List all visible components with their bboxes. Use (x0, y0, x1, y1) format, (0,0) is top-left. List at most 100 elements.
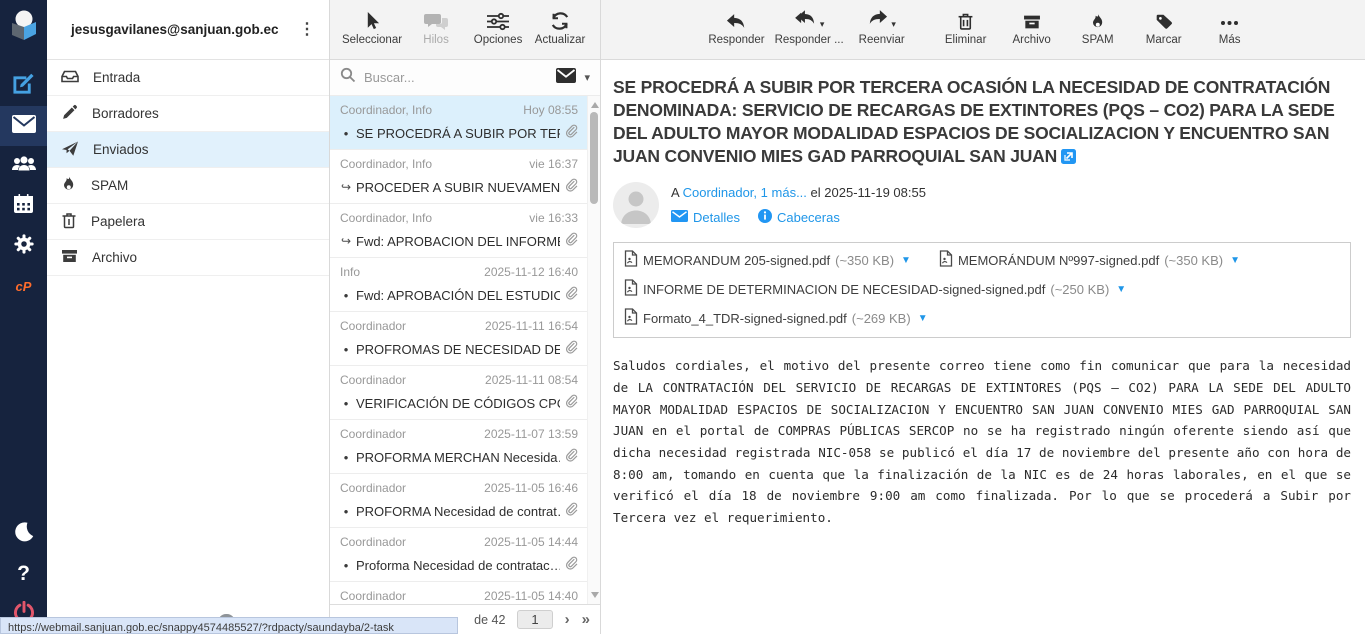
message-toolbar: Responder ▾ Responder ... ▾ Re (601, 0, 1365, 60)
message-list-item[interactable]: Coordinador, Info vie 16:33 ↪ Fwd: APROB… (330, 204, 600, 258)
mark-button[interactable]: Marcar (1136, 9, 1192, 46)
search-chevron-down-icon[interactable]: ▾ (584, 71, 590, 84)
attachment-size: (~269 KB) (852, 311, 911, 326)
more-recipients-link[interactable]: 1 más... (761, 185, 807, 200)
details-button[interactable]: Detalles (671, 210, 740, 225)
message-subject: SE PROCEDRÁ A SUBIR POR TERCERA OCASIÓN … (613, 76, 1351, 170)
last-page-icon[interactable]: » (582, 612, 590, 627)
folder-item-spam[interactable]: SPAM (47, 168, 329, 204)
forward-icon (867, 9, 888, 32)
folder-item-archivo[interactable]: Archivo (47, 240, 329, 276)
folder-label: Archivo (92, 250, 137, 265)
reply-all-button[interactable]: ▾ Responder ... (775, 9, 844, 46)
more-button[interactable]: Más (1202, 9, 1258, 46)
message-list-item[interactable]: Coordinador, Info vie 16:37 ↪ PROCEDER A… (330, 150, 600, 204)
message-list-item[interactable]: Info 2025-11-12 16:40 • Fwd: APROBACIÓN … (330, 258, 600, 312)
message-list-item[interactable]: Coordinador 2025-11-11 16:54 • PROFROMAS… (330, 312, 600, 366)
gear-icon (13, 233, 35, 260)
options-button[interactable]: Opciones (470, 9, 526, 46)
list-scrollbar[interactable] (587, 96, 600, 604)
rail-compose-button[interactable] (0, 66, 47, 106)
message-list-item[interactable]: Coordinador 2025-11-07 13:59 • PROFORMA … (330, 420, 600, 474)
pdf-file-icon (624, 250, 638, 270)
more-icon (1220, 9, 1239, 31)
rail-contacts-button[interactable] (0, 146, 47, 186)
spam-icon (1090, 9, 1106, 31)
reply-all-icon (794, 9, 817, 32)
message-list-item[interactable]: Coordinador, Info Hoy 08:55 • SE PROCEDR… (330, 96, 600, 150)
reply-all-caret-icon[interactable]: ▾ (820, 19, 825, 30)
refresh-button[interactable]: Actualizar (532, 9, 588, 46)
unseen-filter-icon[interactable] (556, 68, 576, 88)
page-button[interactable]: 1 (517, 610, 552, 629)
attachment-item[interactable]: MEMORÁNDUM Nº997-signed.pdf (~350 KB) ▼ (939, 250, 1240, 270)
account-menu-icon[interactable]: ⋮ (295, 27, 319, 32)
rail-cpanel-button[interactable]: cP (0, 266, 47, 306)
attachment-caret-icon[interactable]: ▼ (901, 255, 911, 266)
message-from: Info (340, 265, 360, 279)
attachment-caret-icon[interactable]: ▼ (1116, 284, 1126, 295)
scroll-up-icon[interactable] (591, 102, 599, 108)
archive-button[interactable]: Archivo (1004, 9, 1060, 46)
attachment-item[interactable]: INFORME DE DETERMINACION DE NECESIDAD-si… (624, 279, 1126, 299)
message-list-item[interactable]: Coordinador 2025-11-05 14:40 (330, 582, 600, 604)
message-from: Coordinador (340, 427, 406, 441)
rail-mail-button[interactable] (0, 106, 47, 146)
rail-settings-button[interactable] (0, 226, 47, 266)
attachment-size: (~350 KB) (835, 253, 894, 268)
spam-button[interactable]: SPAM (1070, 9, 1126, 46)
message-list-item[interactable]: Coordinador 2025-11-05 16:46 • PROFORMA … (330, 474, 600, 528)
calendar-icon (13, 193, 34, 219)
delete-icon (957, 9, 974, 31)
unread-marker-icon: • (340, 504, 352, 519)
attachment-item[interactable]: MEMORANDUM 205-signed.pdf (~350 KB) ▼ (624, 250, 911, 270)
headers-button[interactable]: Cabeceras (758, 209, 840, 226)
attachment-name: INFORME DE DETERMINACION DE NECESIDAD-si… (643, 282, 1045, 297)
unread-marker-icon: • (340, 450, 352, 465)
account-header: jesusgavilanes@sanjuan.gob.ec ⋮ (47, 0, 329, 60)
select-button[interactable]: Seleccionar (342, 9, 402, 46)
pagination-of-label: de 42 (474, 613, 505, 627)
rail-dark-mode-button[interactable] (0, 514, 47, 554)
message-subject: Fwd: APROBACIÓN DEL ESTUDIO,… (356, 288, 560, 303)
reply-button[interactable]: Responder (708, 9, 764, 46)
threads-button: Hilos (408, 9, 464, 46)
scrollbar-thumb[interactable] (590, 112, 598, 204)
folder-label: Borradores (92, 106, 159, 121)
attachment-item[interactable]: Formato_4_TDR-signed-signed.pdf (~269 KB… (624, 308, 928, 328)
scroll-down-icon[interactable] (591, 592, 599, 598)
attachment-name: MEMORANDUM 205-signed.pdf (643, 253, 830, 268)
unread-marker-icon: • (340, 126, 352, 141)
message-list-item[interactable]: Coordinador 2025-11-05 14:44 • Proforma … (330, 528, 600, 582)
search-input[interactable] (364, 70, 548, 85)
attachment-caret-icon[interactable]: ▼ (918, 313, 928, 324)
message-date: Hoy 08:55 (523, 103, 578, 117)
message-body: Saludos cordiales, el motivo del present… (613, 355, 1351, 528)
rail-help-button[interactable]: ? (0, 554, 47, 594)
recipient-link[interactable]: Coordinador, (683, 185, 757, 200)
folder-item-entrada[interactable]: Entrada (47, 60, 329, 96)
delete-button[interactable]: Eliminar (938, 9, 994, 46)
attachment-caret-icon[interactable]: ▼ (1230, 255, 1240, 266)
attachment-icon (564, 124, 578, 142)
message-from: Coordinador (340, 319, 406, 333)
next-page-icon[interactable]: › (565, 612, 570, 627)
forward-caret-icon[interactable]: ▾ (891, 19, 896, 30)
rail-calendar-button[interactable] (0, 186, 47, 226)
archive-icon (1023, 9, 1041, 31)
message-date: 2025-11-11 16:54 (485, 319, 578, 333)
message-list-item[interactable]: Coordinador 2025-11-11 08:54 • VERIFICAC… (330, 366, 600, 420)
folder-item-borradores[interactable]: Borradores (47, 96, 329, 132)
unread-marker-icon: • (340, 558, 352, 573)
reply-icon (726, 9, 747, 31)
open-in-new-icon[interactable] (1061, 147, 1076, 170)
message-subject: PROFORMA MERCHAN Necesida… (356, 450, 560, 465)
folder-item-enviados[interactable]: Enviados (47, 132, 329, 168)
unread-marker-icon: • (340, 396, 352, 411)
compose-icon (12, 72, 35, 100)
forward-button[interactable]: ▾ Reenviar (854, 9, 910, 46)
attachment-icon (564, 340, 578, 358)
message-list: Coordinador, Info Hoy 08:55 • SE PROCEDR… (330, 96, 600, 604)
webmail-app: cP ? jesusgavilanes (0, 0, 1365, 634)
folder-item-papelera[interactable]: Papelera (47, 204, 329, 240)
